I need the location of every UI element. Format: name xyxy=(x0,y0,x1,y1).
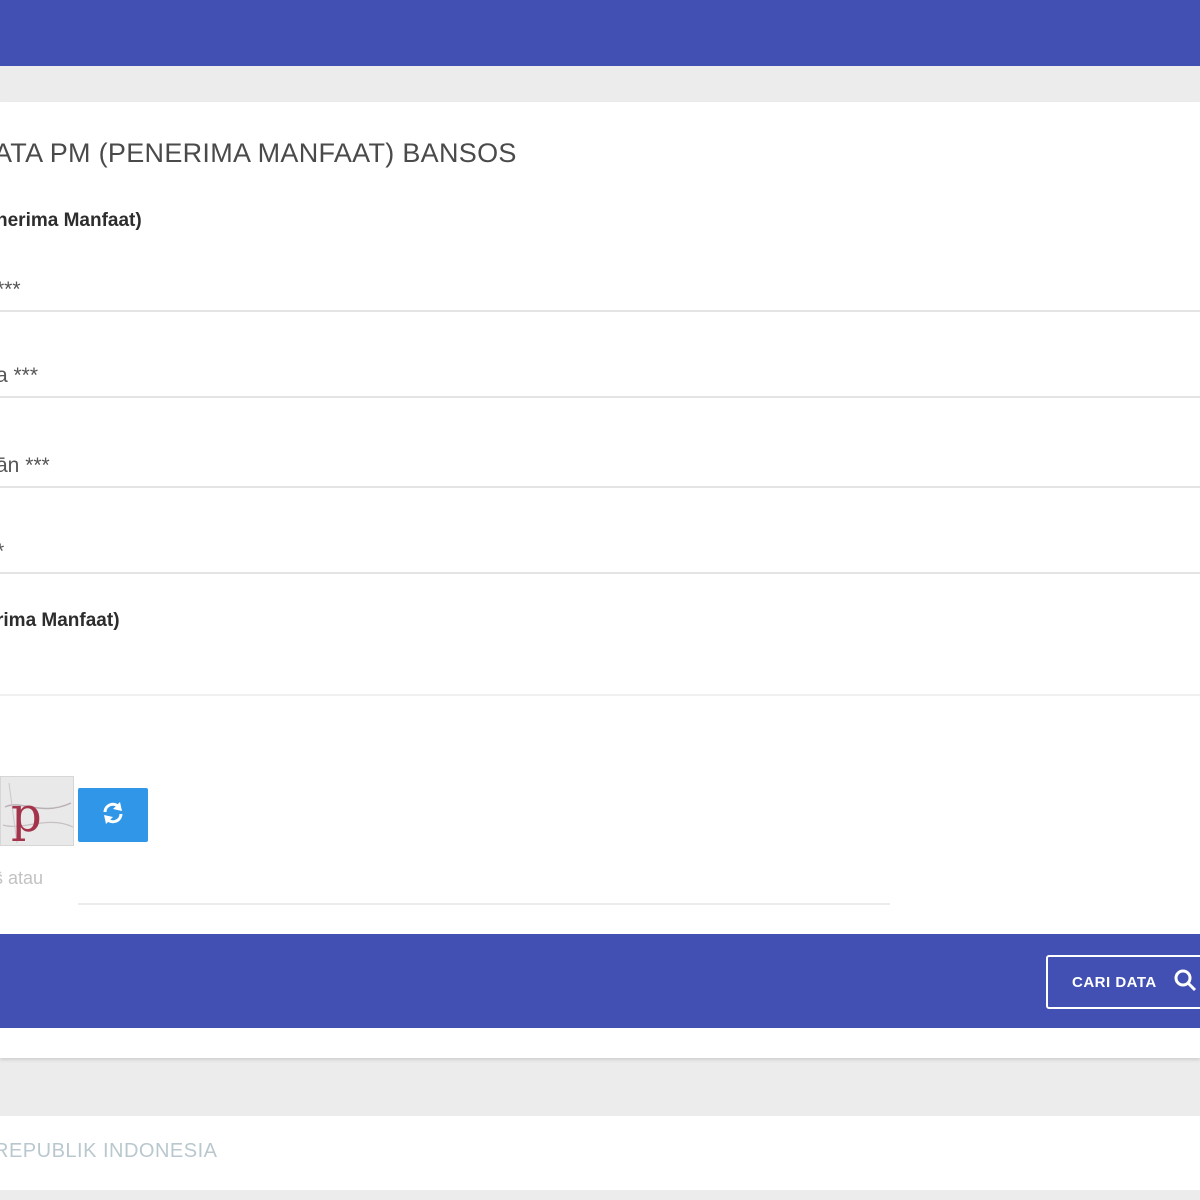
district-select[interactable]: ān *** xyxy=(0,428,1200,488)
district-select-value: ān *** xyxy=(0,454,50,477)
form-title: ATA PM (PENERIMA MANFAAT) BANSOS xyxy=(0,138,517,168)
regency-select-value: a *** xyxy=(0,364,39,387)
village-select-value: * xyxy=(0,540,4,564)
village-select-underline xyxy=(0,572,1200,574)
name-section-label: rima Manfaat) xyxy=(0,610,120,631)
captcha-hint: ŝ atau xyxy=(0,868,44,888)
action-bar xyxy=(0,934,1200,1028)
name-input[interactable] xyxy=(0,636,1200,696)
village-select[interactable]: * xyxy=(0,514,1200,574)
refresh-icon xyxy=(100,800,126,831)
search-button-label: CARI DATA xyxy=(1072,973,1157,991)
captcha-input[interactable] xyxy=(78,903,890,905)
footer-text: REPUBLIK INDONESIA xyxy=(0,1140,218,1162)
province-select-value: *** xyxy=(0,278,21,301)
captcha-text: p xyxy=(11,787,42,843)
regency-select[interactable]: a *** xyxy=(0,338,1200,398)
district-select-underline xyxy=(0,486,1200,488)
location-section-label: nerima Manfaat) xyxy=(0,210,142,231)
search-icon xyxy=(1173,968,1197,996)
top-app-bar xyxy=(0,0,1200,66)
search-data-button[interactable]: CARI DATA xyxy=(1046,955,1200,1009)
province-select-underline xyxy=(0,310,1200,312)
search-form-card xyxy=(0,102,1200,1058)
province-select[interactable]: *** xyxy=(0,252,1200,312)
regency-select-underline xyxy=(0,396,1200,398)
captcha-image: p xyxy=(0,776,74,846)
refresh-captcha-button[interactable] xyxy=(78,788,148,842)
name-input-underline xyxy=(0,694,1200,696)
